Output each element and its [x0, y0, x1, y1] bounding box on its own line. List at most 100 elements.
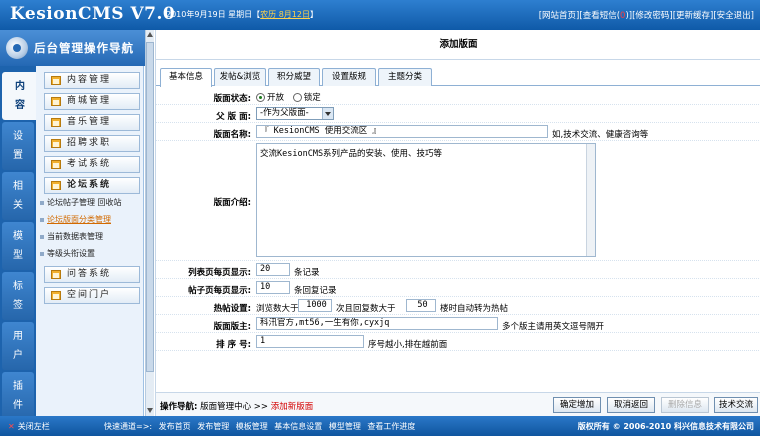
- sub-menu: 内容管理 商城管理 音乐管理 招聘求职 考试系统 论坛系统 论坛帖子管理 回收站…: [36, 66, 144, 416]
- tab-basic-info[interactable]: 基本信息: [160, 68, 212, 87]
- nav-header: 后台管理操作导航: [0, 30, 152, 66]
- category-related[interactable]: 相关: [2, 172, 34, 220]
- tech-exchange-button[interactable]: 技术交流: [714, 397, 758, 413]
- page-title: 添加版面: [156, 30, 760, 60]
- post-per-page-input[interactable]: 10: [256, 281, 290, 294]
- form-row-masters: 版面版主: 科汛官方,mt56,一生有你,cyxjq 多个版主请用英文逗号隔开: [156, 315, 760, 333]
- category-tags[interactable]: 标签: [2, 272, 34, 320]
- hot-label: 热帖设置:: [213, 304, 251, 314]
- nav-title: 后台管理操作导航: [34, 41, 134, 55]
- form-row-parent: 父 版 面: -作为父版面-: [156, 105, 760, 123]
- category-users[interactable]: 用户: [2, 322, 34, 370]
- confirm-add-button[interactable]: 确定增加: [553, 397, 601, 413]
- status-bar: ✕ 关闭左栏 快速通道=>: 发布首页 发布管理 模板管理 基本信息设置 模型管理…: [0, 416, 760, 436]
- sub-data-tables[interactable]: 当前数据表管理: [40, 231, 103, 242]
- masters-label: 版面版主:: [213, 322, 251, 332]
- gear-icon: [6, 37, 28, 59]
- quick-publish-manage[interactable]: 发布管理: [197, 422, 229, 431]
- category-content[interactable]: 内容: [2, 72, 38, 120]
- operation-bar: 操作导航: 版面管理中心 >> 添加新版面 确定增加 取消返回 删除信息 技术交…: [156, 392, 760, 416]
- hot-replies-input[interactable]: 50: [406, 299, 436, 312]
- nav-scrollbar[interactable]: [145, 30, 154, 416]
- tab-topic-categories[interactable]: 主题分类: [378, 68, 432, 86]
- date-line: 2010年9月19日 星期日【农历 8月12日】: [166, 9, 318, 20]
- logout-link[interactable]: [安全退出]: [713, 11, 754, 21]
- name-hint: 如,技术交流、健康咨询等: [552, 130, 649, 140]
- quick-label: 快速通道=>:: [104, 422, 153, 431]
- board-name-input[interactable]: 『 KesionCMS 使用交流区 』: [256, 125, 548, 138]
- tab-posting-browse[interactable]: 发帖&浏览: [214, 68, 266, 86]
- menu-space-portal[interactable]: 空间门户: [44, 287, 140, 304]
- quick-publish-home[interactable]: 发布首页: [159, 422, 191, 431]
- post-per-page-label: 帖子页每页显示:: [188, 286, 251, 296]
- list-per-page-unit: 条记录: [294, 268, 320, 278]
- quick-model-manage[interactable]: 模型管理: [329, 422, 361, 431]
- menu-qa-system[interactable]: 问答系统: [44, 266, 140, 283]
- status-label: 版面状态:: [213, 94, 251, 104]
- app-logo: KesionCMS V7.0: [10, 4, 176, 24]
- folder-icon: [51, 270, 61, 279]
- quick-template-manage[interactable]: 模板管理: [236, 422, 268, 431]
- refresh-cache-link[interactable]: [更新缓存]: [673, 11, 714, 21]
- status-open-radio[interactable]: [256, 93, 265, 102]
- category-models[interactable]: 模型: [2, 222, 34, 270]
- folder-icon: [51, 181, 61, 190]
- opnav-label: 操作导航:: [160, 402, 198, 412]
- intro-label: 版面介绍:: [213, 198, 251, 208]
- bullet-icon: [40, 234, 44, 239]
- lunar-date-link[interactable]: 农历 8月12日: [260, 10, 310, 19]
- quick-basic-settings[interactable]: 基本信息设置: [274, 422, 322, 431]
- opnav-current: 添加新版面: [270, 402, 314, 412]
- status-locked-radio[interactable]: [292, 93, 302, 102]
- tab-bar: 基本信息 发帖&浏览 积分威望 设置版规 主题分类: [156, 68, 760, 87]
- hot-text-views: 浏览数大于: [256, 304, 299, 314]
- form-row-order: 排 序 号: 1 序号越小,排在越前面: [156, 333, 760, 351]
- home-link[interactable]: [网站首页]: [539, 11, 580, 21]
- menu-shop-manage[interactable]: 商城管理: [44, 93, 140, 110]
- order-input[interactable]: 1: [256, 335, 364, 348]
- main-panel: 添加版面 基本信息 发帖&浏览 积分威望 设置版规 主题分类 版面状态: 开放 …: [155, 30, 760, 416]
- close-left-panel[interactable]: ✕ 关闭左栏: [8, 421, 50, 432]
- textarea-scrollbar[interactable]: [586, 144, 595, 256]
- category-settings[interactable]: 设置: [2, 122, 34, 170]
- delete-button[interactable]: 删除信息: [661, 397, 709, 413]
- list-per-page-label: 列表页每页显示:: [188, 268, 251, 278]
- folder-icon: [51, 139, 61, 148]
- sub-forum-posts[interactable]: 论坛帖子管理 回收站: [40, 197, 122, 208]
- category-plugins[interactable]: 插件: [2, 372, 34, 420]
- status-options: 开放 锁定: [256, 91, 321, 103]
- menu-jobs[interactable]: 招聘求职: [44, 135, 140, 152]
- board-intro-textarea[interactable]: 交流KesionCMS系列产品的安装、使用、技巧等: [256, 143, 596, 257]
- order-hint: 序号越小,排在越前面: [368, 340, 448, 350]
- opnav-path-link[interactable]: 版面管理中心 >>: [200, 402, 271, 412]
- menu-exam-system[interactable]: 考试系统: [44, 156, 140, 173]
- folder-icon: [51, 76, 61, 85]
- folder-icon: [51, 97, 61, 106]
- menu-forum-system[interactable]: 论坛系统: [44, 177, 140, 194]
- parent-board-select[interactable]: -作为父版面-: [256, 107, 334, 120]
- messages-link[interactable]: [查看短信(0)]: [579, 11, 632, 21]
- category-column: 内容 设置 相关 模型 标签 用户 插件: [0, 66, 38, 420]
- cancel-return-button[interactable]: 取消返回: [607, 397, 655, 413]
- scroll-down-icon[interactable]: [147, 408, 153, 413]
- folder-icon: [51, 160, 61, 169]
- sub-rank-titles[interactable]: 等级头衔设置: [40, 248, 95, 259]
- scroll-up-icon[interactable]: [147, 32, 153, 37]
- scroll-thumb[interactable]: [146, 42, 154, 372]
- date-text: 2010年9月19日 星期日【: [166, 10, 261, 19]
- sub-forum-boards[interactable]: 论坛版面分类管理: [40, 214, 111, 225]
- tab-points[interactable]: 积分威望: [268, 68, 320, 86]
- change-password-link[interactable]: [修改密码]: [632, 11, 673, 21]
- parent-label: 父 版 面:: [216, 112, 251, 122]
- tab-board-rules[interactable]: 设置版规: [322, 68, 376, 86]
- chevron-down-icon[interactable]: [322, 108, 333, 119]
- top-bar: KesionCMS V7.0 2010年9月19日 星期日【农历 8月12日】 …: [0, 0, 760, 30]
- post-per-page-unit: 条回复记录: [294, 286, 337, 296]
- list-per-page-input[interactable]: 20: [256, 263, 290, 276]
- board-masters-input[interactable]: 科汛官方,mt56,一生有你,cyxjq: [256, 317, 498, 330]
- quick-work-progress[interactable]: 查看工作进度: [367, 422, 415, 431]
- bullet-icon: [40, 217, 44, 222]
- hot-views-input[interactable]: 1000: [298, 299, 332, 312]
- menu-music-manage[interactable]: 音乐管理: [44, 114, 140, 131]
- menu-content-manage[interactable]: 内容管理: [44, 72, 140, 89]
